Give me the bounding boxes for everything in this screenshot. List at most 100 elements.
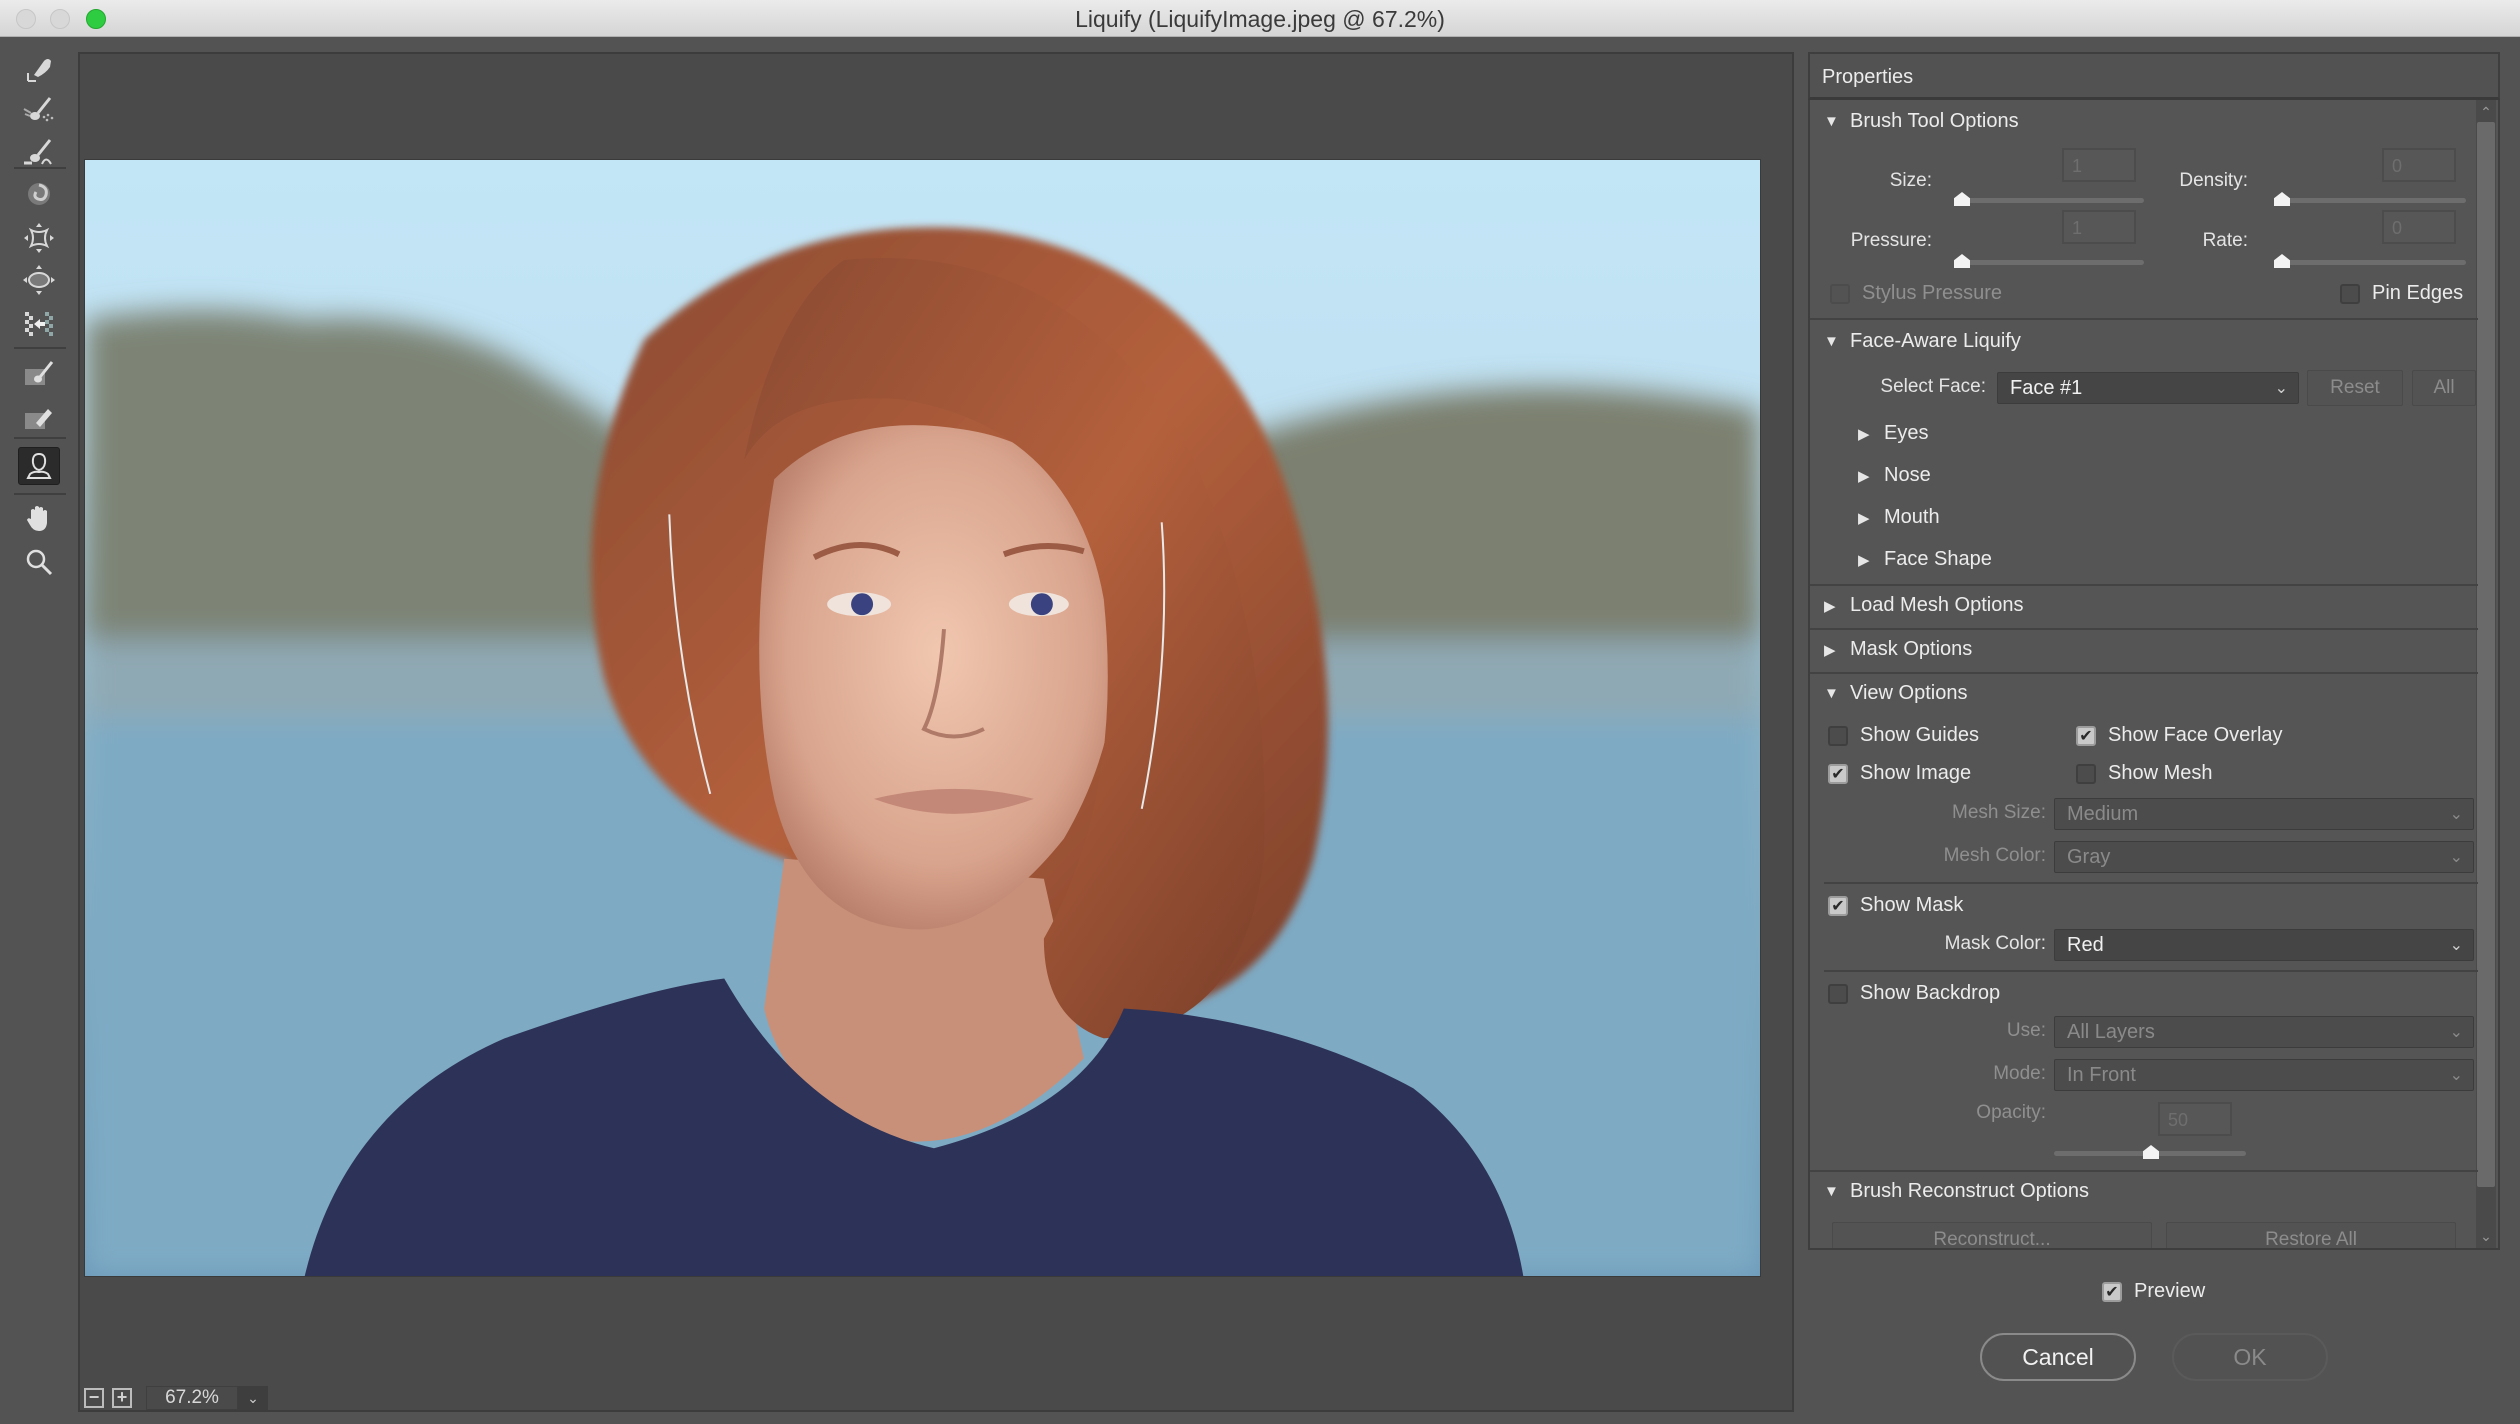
cancel-button[interactable]: Cancel (1980, 1333, 2136, 1381)
opacity-slider-thumb[interactable] (2143, 1145, 2159, 1159)
tool-separator (14, 493, 66, 495)
subsection-nose[interactable]: ▶ Nose (1858, 464, 1931, 487)
chevron-down-icon: ⌄ (2449, 1024, 2463, 1041)
select-face-label: Select Face: (1880, 376, 1986, 397)
checkbox-box: ✔ (1828, 763, 1848, 784)
size-slider-thumb[interactable] (1954, 192, 1970, 206)
restore-all-button[interactable]: Restore All (2166, 1222, 2456, 1248)
smooth-brush-icon (24, 139, 52, 165)
checkbox-box: ✔ (1828, 895, 1848, 916)
triangle-right-icon: ▶ (1824, 597, 1836, 615)
freeze-mask-tool[interactable] (18, 355, 60, 393)
triangle-down-icon: ▼ (1824, 113, 1839, 130)
mesh-size-dropdown[interactable]: Medium ⌄ (2054, 798, 2474, 830)
opacity-label: Opacity: (1976, 1102, 2046, 1123)
pin-edges-checkbox[interactable]: Pin Edges (2340, 282, 2463, 305)
scroll-up-button[interactable]: ⌃ (2476, 102, 2496, 122)
show-mesh-checkbox[interactable]: Show Mesh (2076, 762, 2213, 785)
pressure-slider-thumb[interactable] (1954, 254, 1970, 268)
section-load-mesh-options[interactable]: ▶ Load Mesh Options (1824, 594, 2023, 617)
forward-warp-tool[interactable] (18, 51, 60, 89)
checkbox-box (1830, 283, 1850, 304)
checkbox-box (1828, 983, 1848, 1004)
zoom-tool[interactable] (18, 543, 60, 581)
use-dropdown[interactable]: All Layers ⌄ (2054, 1016, 2474, 1048)
mesh-color-dropdown[interactable]: Gray ⌄ (2054, 841, 2474, 873)
checkbox-label: Pin Edges (2372, 282, 2464, 304)
scroll-down-button[interactable]: ⌄ (2476, 1226, 2496, 1246)
show-backdrop-checkbox[interactable]: Show Backdrop (1828, 982, 2000, 1005)
select-face-dropdown[interactable]: Face #1 ⌄ (1997, 372, 2299, 404)
twirl-clockwise-tool[interactable] (18, 175, 60, 213)
push-left-tool[interactable] (18, 305, 60, 343)
mode-label: Mode: (1993, 1063, 2046, 1084)
opacity-input[interactable]: 50 (2158, 1102, 2232, 1136)
reset-face-button[interactable]: Reset (2307, 370, 2403, 406)
triangle-down-icon: ▼ (1824, 685, 1839, 702)
scrollbar-thumb[interactable] (2477, 122, 2495, 1187)
rate-input[interactable]: 0 (2382, 210, 2456, 244)
ok-button[interactable]: OK (2172, 1333, 2328, 1381)
show-guides-checkbox[interactable]: Show Guides (1828, 724, 1979, 747)
subsection-mouth[interactable]: ▶ Mouth (1858, 506, 1940, 529)
thaw-mask-icon (25, 409, 52, 429)
check-icon: ✔ (1831, 765, 1845, 783)
size-input[interactable]: 1 (2062, 148, 2136, 182)
rate-slider[interactable] (2280, 260, 2466, 265)
mask-color-dropdown[interactable]: Red ⌄ (2054, 929, 2474, 961)
mesh-color-label: Mesh Color: (1943, 845, 2046, 866)
pucker-icon (24, 223, 54, 253)
reconstruct-button[interactable]: Reconstruct... (1832, 1222, 2152, 1248)
reset-all-faces-button[interactable]: All (2412, 370, 2476, 406)
density-slider-thumb[interactable] (2274, 192, 2290, 206)
checkbox-label: Show Face Overlay (2108, 724, 2283, 746)
thaw-mask-tool[interactable] (18, 399, 60, 437)
properties-panel-header: Properties (1808, 52, 2500, 100)
preview-checkbox[interactable]: ✔ Preview (2102, 1280, 2205, 1303)
size-slider[interactable] (1962, 198, 2144, 203)
bloat-tool[interactable] (18, 261, 60, 299)
mode-dropdown[interactable]: In Front ⌄ (2054, 1059, 2474, 1091)
zoom-in-button[interactable]: + (112, 1388, 132, 1408)
stylus-pressure-checkbox[interactable]: Stylus Pressure (1830, 282, 2002, 305)
zoom-out-button[interactable]: − (84, 1388, 104, 1408)
section-view-options[interactable]: ▼ View Options (1824, 682, 1967, 705)
section-brush-tool-options[interactable]: ▼ Brush Tool Options (1824, 110, 2019, 133)
subsection-eyes[interactable]: ▶ Eyes (1858, 422, 1928, 445)
show-image-checkbox[interactable]: ✔ Show Image (1828, 762, 1971, 785)
rate-label: Rate: (2202, 230, 2248, 251)
face-tool[interactable] (18, 447, 60, 485)
triangle-right-icon: ▶ (1858, 551, 1870, 569)
freeze-mask-icon (25, 361, 54, 385)
use-value: All Layers (2067, 1021, 2155, 1043)
bloat-icon (23, 265, 55, 295)
preview-image[interactable] (84, 159, 1761, 1277)
use-label: Use: (2006, 1020, 2046, 1041)
show-mask-checkbox[interactable]: ✔ Show Mask (1828, 894, 1963, 917)
reconstruct-tool[interactable] (18, 91, 60, 129)
properties-scrollbar[interactable]: ⌃ ⌄ (2476, 100, 2496, 1248)
smooth-tool[interactable] (18, 133, 60, 171)
properties-title: Properties (1822, 66, 1914, 88)
show-face-overlay-checkbox[interactable]: ✔ Show Face Overlay (2076, 724, 2283, 747)
section-mask-options[interactable]: ▶ Mask Options (1824, 638, 1972, 661)
density-input[interactable]: 0 (2382, 148, 2456, 182)
hand-tool[interactable] (18, 499, 60, 537)
portrait-photo (85, 160, 1760, 1276)
section-brush-reconstruct-options[interactable]: ▼ Brush Reconstruct Options (1824, 1180, 2089, 1203)
mesh-color-value: Gray (2067, 846, 2111, 868)
subsection-face-shape[interactable]: ▶ Face Shape (1858, 548, 1992, 571)
section-face-aware-liquify[interactable]: ▼ Face-Aware Liquify (1824, 330, 2021, 353)
section-title: Load Mesh Options (1850, 594, 2024, 616)
mesh-size-value: Medium (2067, 803, 2139, 825)
pressure-input[interactable]: 1 (2062, 210, 2136, 244)
density-slider[interactable] (2280, 198, 2466, 203)
pressure-slider[interactable] (1962, 260, 2144, 265)
check-icon: ✔ (2079, 727, 2093, 745)
rate-slider-thumb[interactable] (2274, 254, 2290, 268)
zoom-level-dropdown[interactable]: ⌄ (238, 1386, 268, 1410)
hand-icon (27, 506, 47, 531)
zoom-level-field[interactable]: 67.2% (146, 1386, 238, 1410)
checkbox-label: Preview (2134, 1280, 2206, 1302)
pucker-tool[interactable] (18, 219, 60, 257)
